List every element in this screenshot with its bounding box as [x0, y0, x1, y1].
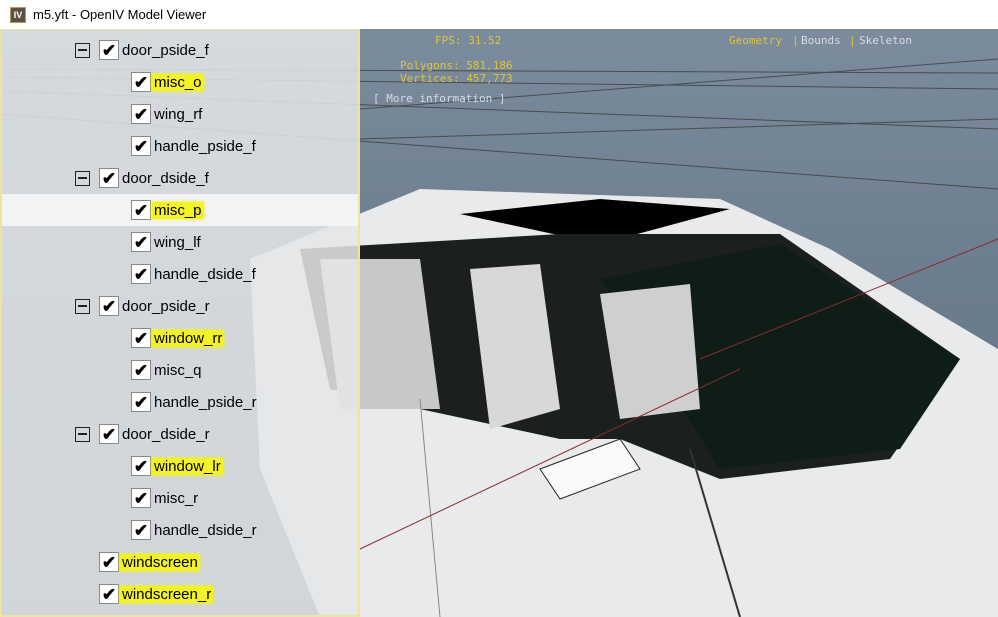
- visibility-checkbox[interactable]: ✔: [99, 296, 119, 316]
- visibility-checkbox[interactable]: ✔: [131, 104, 151, 124]
- model-parts-tree[interactable]: ✔ door_pside_f ✔ misc_o ✔ wing_rf ✔ handle_psid…: [0, 29, 360, 617]
- checkmark-icon: ✔: [101, 552, 117, 572]
- checkmark-icon: ✔: [133, 232, 149, 252]
- tree-item-label: handle_dside_r: [154, 521, 257, 539]
- visibility-checkbox[interactable]: ✔: [131, 360, 151, 380]
- visibility-checkbox[interactable]: ✔: [131, 392, 151, 412]
- mode-bounds[interactable]: Bounds: [801, 34, 841, 47]
- checkmark-icon: ✔: [133, 200, 149, 220]
- visibility-checkbox[interactable]: ✔: [131, 328, 151, 348]
- checkmark-icon: ✔: [133, 264, 149, 284]
- tree-item-label: door_dside_r: [122, 425, 210, 443]
- visibility-checkbox[interactable]: ✔: [131, 200, 151, 220]
- tree-item[interactable]: ✔ wing_rf: [2, 98, 358, 130]
- openiv-app-icon: IV: [10, 6, 26, 23]
- checkmark-icon: ✔: [133, 456, 149, 476]
- window-title: m5.yft - OpenIV Model Viewer: [33, 7, 207, 22]
- tree-item[interactable]: ✔ handle_dside_r: [2, 514, 358, 546]
- visibility-checkbox[interactable]: ✔: [99, 552, 119, 572]
- visibility-checkbox[interactable]: ✔: [131, 232, 151, 252]
- tree-item-label: windscreen: [120, 553, 200, 571]
- checkmark-icon: ✔: [133, 72, 149, 92]
- checkmark-icon: ✔: [101, 40, 117, 60]
- tree-item[interactable]: ✔ windscreen: [2, 546, 358, 578]
- visibility-checkbox[interactable]: ✔: [99, 584, 119, 604]
- visibility-checkbox[interactable]: ✔: [99, 424, 119, 444]
- collapse-toggle-icon[interactable]: [75, 298, 90, 314]
- checkmark-icon: ✔: [133, 392, 149, 412]
- tree-item-label: door_dside_f: [122, 169, 209, 187]
- tree-item[interactable]: ✔ wing_lf: [2, 226, 358, 258]
- visibility-checkbox[interactable]: ✔: [131, 264, 151, 284]
- checkmark-icon: ✔: [133, 104, 149, 124]
- tree-item-label: handle_pside_f: [154, 137, 256, 155]
- vertices-readout: Vertices: 457,773: [400, 72, 513, 85]
- checkmark-icon: ✔: [133, 136, 149, 156]
- tree-item-label: window_rr: [152, 329, 225, 347]
- tree-item[interactable]: ✔ misc_o: [2, 66, 358, 98]
- tree-item[interactable]: ✔ misc_q: [2, 354, 358, 386]
- tree-item-label: windscreen_r: [120, 585, 214, 603]
- visibility-checkbox[interactable]: ✔: [131, 456, 151, 476]
- tree-item[interactable]: ✔ window_lr: [2, 450, 358, 482]
- tree-item-label: misc_p: [152, 201, 204, 219]
- tree-item[interactable]: ✔ handle_pside_r: [2, 386, 358, 418]
- checkmark-icon: ✔: [101, 424, 117, 444]
- visibility-checkbox[interactable]: ✔: [131, 72, 151, 92]
- mode-separator: |: [792, 34, 799, 47]
- tree-item-label: wing_rf: [154, 105, 203, 123]
- visibility-checkbox[interactable]: ✔: [131, 488, 151, 508]
- visibility-checkbox[interactable]: ✔: [99, 168, 119, 188]
- checkmark-icon: ✔: [133, 488, 149, 508]
- tree-item-label: misc_q: [154, 361, 202, 379]
- tree-item-label: door_pside_f: [122, 41, 209, 59]
- checkmark-icon: ✔: [133, 360, 149, 380]
- tree-item[interactable]: ✔ misc_r: [2, 482, 358, 514]
- tree-item[interactable]: ✔ handle_dside_f: [2, 258, 358, 290]
- tree-item[interactable]: ✔ handle_pside_f: [2, 130, 358, 162]
- tree-item[interactable]: ✔ door_dside_f: [2, 162, 358, 194]
- tree-item-label: handle_dside_f: [154, 265, 256, 283]
- checkmark-icon: ✔: [101, 584, 117, 604]
- visibility-checkbox[interactable]: ✔: [131, 136, 151, 156]
- checkmark-icon: ✔: [101, 168, 117, 188]
- visibility-checkbox[interactable]: ✔: [99, 40, 119, 60]
- title-bar: IV m5.yft - OpenIV Model Viewer: [0, 0, 998, 29]
- tree-item-label: misc_o: [152, 73, 204, 91]
- mode-geometry[interactable]: Geometry: [729, 34, 782, 47]
- tree-item[interactable]: ✔ window_rr: [2, 322, 358, 354]
- collapse-toggle-icon[interactable]: [75, 42, 90, 58]
- mode-skeleton[interactable]: Skeleton: [859, 34, 912, 47]
- tree-item[interactable]: ✔ misc_p: [2, 194, 358, 226]
- tree-item[interactable]: ✔ door_dside_r: [2, 418, 358, 450]
- collapse-toggle-icon[interactable]: [75, 170, 90, 186]
- tree-item-label: misc_r: [154, 489, 199, 507]
- tree-item-label: handle_pside_r: [154, 393, 257, 411]
- more-information-link[interactable]: [ More information ]: [373, 92, 505, 105]
- polygons-readout: Polygons: 581,186: [400, 59, 513, 72]
- collapse-toggle-icon[interactable]: [75, 426, 90, 442]
- tree-item-label: door_pside_r: [122, 297, 210, 315]
- tree-item-label: window_lr: [152, 457, 223, 475]
- mode-separator: |: [849, 34, 856, 47]
- checkmark-icon: ✔: [133, 520, 149, 540]
- fps-readout: FPS: 31.52: [435, 34, 502, 47]
- tree-item[interactable]: ✔ windscreen_r: [2, 578, 358, 610]
- visibility-checkbox[interactable]: ✔: [131, 520, 151, 540]
- checkmark-icon: ✔: [101, 296, 117, 316]
- checkmark-icon: ✔: [133, 328, 149, 348]
- tree-item[interactable]: ✔ door_pside_r: [2, 290, 358, 322]
- tree-item[interactable]: ✔ door_pside_f: [2, 34, 358, 66]
- tree-item-label: wing_lf: [154, 233, 201, 251]
